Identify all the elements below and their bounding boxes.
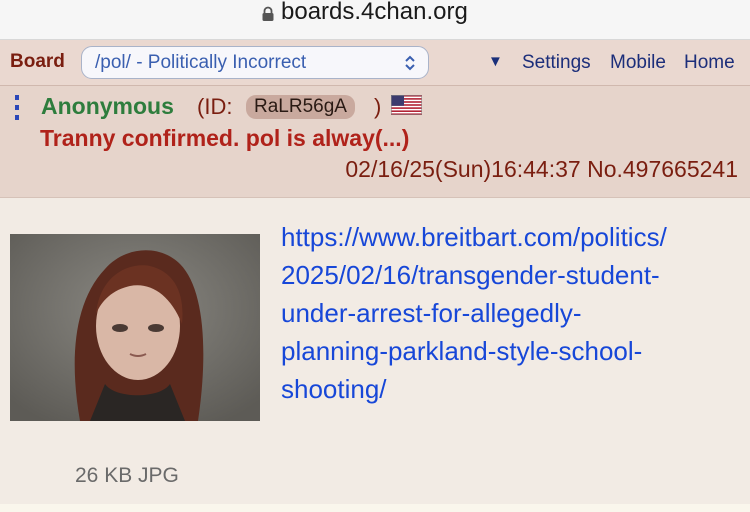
comment-line: under-arrest-for-allegedly- bbox=[281, 298, 582, 328]
post-subject: Tranny confirmed. pol is alway(...) bbox=[40, 125, 410, 151]
post-comment-link[interactable]: https://www.breitbart.com/politics/ 2025… bbox=[281, 218, 731, 408]
browser-url[interactable]: boards.4chan.org bbox=[281, 0, 468, 26]
chevron-updown-icon bbox=[405, 55, 415, 71]
post-thumbnail-image[interactable] bbox=[10, 234, 260, 421]
settings-link[interactable]: Settings bbox=[522, 52, 591, 74]
comment-line: https://www.breitbart.com/politics/ bbox=[281, 222, 667, 252]
menu-toggle-arrow-icon[interactable]: ▼ bbox=[488, 53, 503, 70]
mugshot-image bbox=[10, 234, 260, 421]
poster-id-badge[interactable]: RaLR56gA bbox=[246, 95, 355, 119]
browser-url-bar[interactable]: boards.4chan.org bbox=[0, 0, 750, 40]
file-info: 26 KB JPG bbox=[75, 464, 179, 487]
page-bottom-strip bbox=[0, 504, 750, 512]
post-menu-icon[interactable] bbox=[12, 94, 24, 122]
post-body: https://www.breitbart.com/politics/ 2025… bbox=[0, 198, 750, 504]
board-select-value: /pol/ - Politically Incorrect bbox=[95, 52, 307, 73]
board-nav-bar: Board /pol/ - Politically Incorrect ▼ Se… bbox=[0, 40, 750, 86]
comment-line: planning-parkland-style-school- bbox=[281, 336, 643, 366]
post-header: Anonymous (ID: RaLR56gA ) Tranny confirm… bbox=[0, 86, 750, 198]
lock-icon bbox=[262, 6, 274, 21]
poster-id-prefix: (ID: bbox=[197, 94, 233, 119]
poster-name: Anonymous bbox=[41, 93, 174, 119]
comment-line: 2025/02/16/transgender-student- bbox=[281, 260, 660, 290]
post-datetime-number[interactable]: 02/16/25(Sun)16:44:37 No.497665241 bbox=[345, 156, 738, 183]
board-select[interactable]: /pol/ - Politically Incorrect bbox=[81, 46, 429, 79]
mobile-link[interactable]: Mobile bbox=[610, 52, 666, 74]
board-label: Board bbox=[10, 51, 65, 72]
home-link[interactable]: Home bbox=[684, 52, 735, 74]
us-flag-icon bbox=[391, 95, 422, 115]
comment-line: shooting/ bbox=[281, 374, 387, 404]
poster-id-suffix: ) bbox=[374, 94, 382, 119]
